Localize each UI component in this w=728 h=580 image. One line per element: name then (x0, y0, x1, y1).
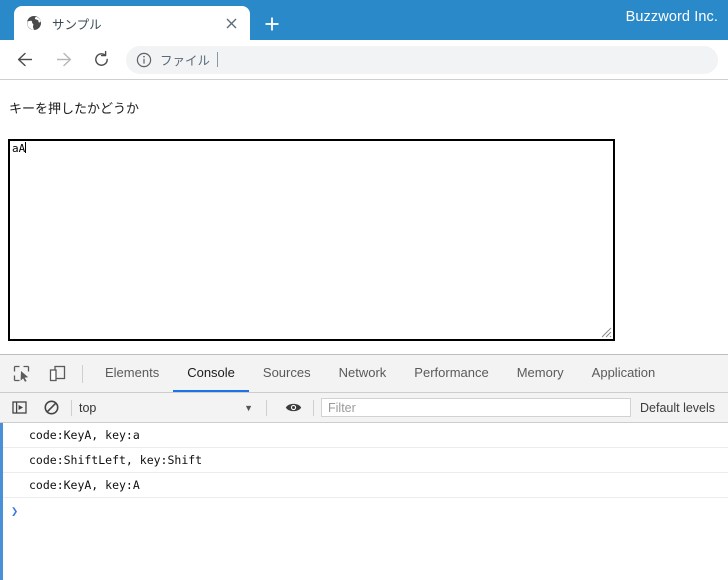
clear-console-icon[interactable] (38, 395, 64, 421)
devtools-tabbar: Elements Console Sources Network Perform… (0, 355, 728, 393)
forward-button (46, 43, 80, 77)
reload-icon (94, 50, 108, 66)
address-bar-caret (217, 52, 219, 67)
console-toolbar-divider (71, 399, 72, 416)
textarea-wrapper: aA (8, 139, 615, 341)
console-filter-input[interactable]: Filter (321, 398, 631, 417)
toolbar-divider (82, 364, 83, 383)
console-levels-selector[interactable]: Default levels (640, 401, 715, 415)
browser-tabstrip: サンプル Buzzword Inc. (0, 0, 728, 40)
key-output-textarea[interactable]: aA (8, 139, 615, 341)
devtools-panel: Elements Console Sources Network Perform… (0, 354, 728, 580)
address-bar[interactable]: ファイル (126, 45, 718, 74)
browser-navbar: ファイル (0, 40, 728, 80)
textarea-value: aA (12, 142, 26, 155)
prompt-caret-icon: ❯ (11, 504, 19, 518)
console-context-selector[interactable]: top ▼ (79, 401, 259, 415)
devtools-tab-list: Elements Console Sources Network Perform… (91, 355, 669, 392)
browser-tab-title: サンプル (52, 16, 102, 32)
console-prompt[interactable]: ❯ (3, 498, 728, 524)
console-filter-placeholder: Filter (328, 400, 356, 415)
device-toolbar-icon[interactable] (42, 359, 72, 389)
tab-performance[interactable]: Performance (400, 355, 502, 392)
browser-window: サンプル Buzzword Inc. ファイル キーを押したかどうか aA El… (0, 0, 728, 580)
console-toolbar-divider-3 (313, 399, 314, 416)
tab-elements[interactable]: Elements (91, 355, 173, 392)
new-tab-button[interactable] (258, 10, 286, 38)
console-message: code:KeyA, key:A (3, 473, 728, 498)
console-message: code:ShiftLeft, key:Shift (3, 448, 728, 473)
tab-sources[interactable]: Sources (249, 355, 325, 392)
info-circle-icon[interactable] (136, 52, 152, 68)
console-message: code:KeyA, key:a (3, 423, 728, 448)
console-toolbar: top ▼ Filter Default levels (0, 393, 728, 423)
page-title: キーを押したかどうか (9, 102, 140, 117)
page-viewport: キーを押したかどうか aA (0, 81, 728, 354)
console-context-value: top (79, 400, 97, 415)
tab-memory[interactable]: Memory (503, 355, 578, 392)
text-caret (25, 142, 27, 153)
tab-console[interactable]: Console (173, 355, 249, 392)
reload-button[interactable] (84, 43, 118, 77)
globe-icon (26, 15, 42, 31)
tab-network[interactable]: Network (325, 355, 401, 392)
back-button[interactable] (8, 43, 42, 77)
close-icon[interactable] (218, 10, 244, 36)
console-message-list: code:KeyA, key:a code:ShiftLeft, key:Shi… (0, 423, 728, 580)
window-brand-title: Buzzword Inc. (625, 9, 718, 25)
address-bar-text: ファイル (160, 53, 211, 68)
arrow-right-icon (56, 52, 71, 67)
plus-icon (265, 17, 279, 31)
resize-grip-icon[interactable] (599, 325, 612, 338)
browser-tab[interactable]: サンプル (14, 6, 250, 40)
inspect-cursor-icon[interactable] (6, 359, 36, 389)
arrow-left-icon (17, 52, 32, 67)
live-expression-eye-icon[interactable] (280, 395, 306, 421)
console-toolbar-divider-2 (266, 399, 267, 416)
show-console-sidebar-icon[interactable] (6, 395, 32, 421)
tab-application[interactable]: Application (578, 355, 670, 392)
chevron-down-icon: ▼ (244, 402, 253, 413)
